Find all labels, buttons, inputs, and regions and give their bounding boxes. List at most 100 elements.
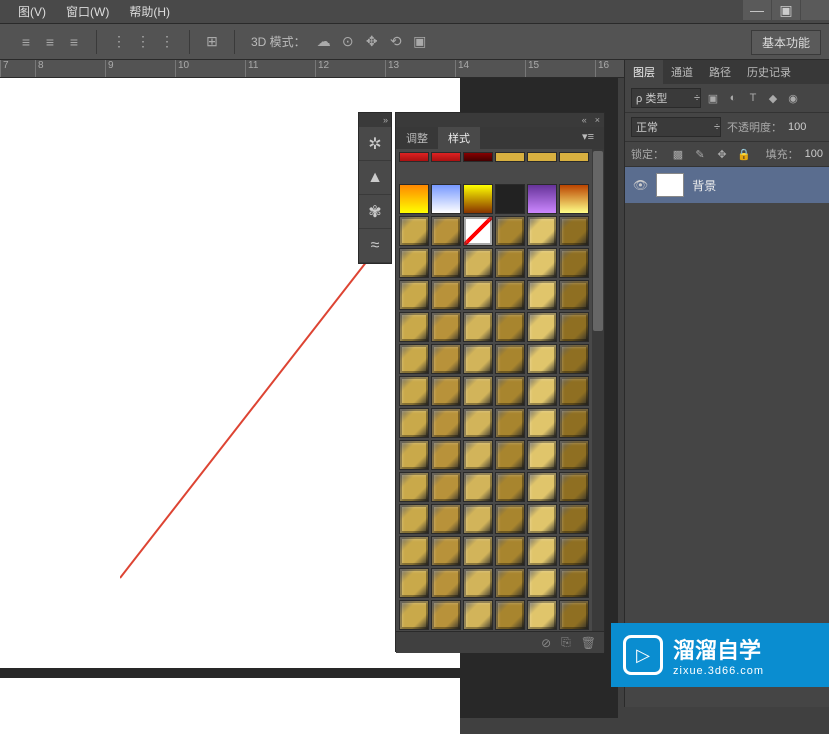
dist-icon-1[interactable]: ⋮ — [109, 32, 129, 52]
style-swatch[interactable] — [559, 280, 589, 310]
style-swatch[interactable] — [527, 248, 557, 278]
histogram-icon[interactable]: ▲ — [359, 161, 391, 195]
no-style-icon[interactable]: ⊘ — [541, 636, 551, 650]
style-swatch[interactable] — [495, 408, 525, 438]
style-swatch[interactable] — [495, 472, 525, 502]
style-swatch[interactable] — [431, 600, 461, 630]
new-style-icon[interactable]: ⎘ — [561, 635, 571, 650]
style-swatch[interactable] — [527, 376, 557, 406]
rotate-icon[interactable]: ⊙ — [338, 32, 358, 52]
style-swatch[interactable] — [399, 440, 429, 470]
opacity-value[interactable]: 100 — [788, 121, 806, 133]
swatches-icon[interactable]: ≈ — [359, 229, 391, 263]
filter-smart-icon[interactable]: ◉ — [785, 90, 801, 106]
style-swatch[interactable] — [527, 408, 557, 438]
strip-collapse-icon[interactable]: » — [359, 113, 391, 127]
scroll-thumb[interactable] — [593, 151, 603, 331]
navigator-icon[interactable]: ✲ — [359, 127, 391, 161]
style-swatch[interactable] — [431, 408, 461, 438]
style-swatch[interactable] — [431, 280, 461, 310]
style-swatch[interactable] — [527, 344, 557, 374]
style-swatch[interactable] — [399, 312, 429, 342]
style-swatch[interactable] — [399, 216, 429, 246]
style-swatch[interactable] — [431, 440, 461, 470]
style-swatch[interactable] — [559, 408, 589, 438]
style-swatch[interactable] — [463, 216, 493, 246]
style-swatch[interactable] — [559, 440, 589, 470]
style-swatch[interactable] — [495, 440, 525, 470]
tab-history[interactable]: 历史记录 — [739, 60, 799, 84]
style-swatch[interactable] — [431, 504, 461, 534]
style-swatch[interactable] — [431, 536, 461, 566]
lock-position-icon[interactable]: ✥ — [714, 146, 730, 162]
style-swatch[interactable] — [495, 248, 525, 278]
style-swatch[interactable] — [527, 184, 557, 214]
style-swatch[interactable] — [495, 184, 525, 214]
style-swatch[interactable] — [559, 184, 589, 214]
style-swatch[interactable] — [399, 280, 429, 310]
style-swatch[interactable] — [463, 504, 493, 534]
style-swatch[interactable] — [399, 536, 429, 566]
panel-collapse-icon[interactable]: « — [582, 115, 587, 125]
style-swatch[interactable] — [399, 376, 429, 406]
style-swatch[interactable] — [431, 568, 461, 598]
style-swatch[interactable] — [559, 504, 589, 534]
fill-value[interactable]: 100 — [805, 148, 823, 160]
workspace-switcher[interactable]: 基本功能 — [751, 30, 821, 55]
style-swatch[interactable] — [495, 312, 525, 342]
menu-view[interactable]: 图(V) — [8, 0, 56, 23]
minimize-button[interactable]: — — [743, 0, 771, 20]
dist-icon-2[interactable]: ⋮ — [133, 32, 153, 52]
layer-name[interactable]: 背景 — [692, 177, 716, 194]
style-swatch[interactable] — [495, 216, 525, 246]
tab-channels[interactable]: 通道 — [663, 60, 701, 84]
style-swatch[interactable] — [399, 248, 429, 278]
pan-icon[interactable]: ✥ — [362, 32, 382, 52]
filter-type-icon[interactable]: T — [745, 90, 761, 106]
style-swatch[interactable] — [527, 216, 557, 246]
lock-pixels-icon[interactable]: ✎ — [692, 146, 708, 162]
layer-row[interactable]: 👁 背景 — [625, 167, 829, 203]
style-swatch[interactable] — [431, 216, 461, 246]
style-swatch[interactable] — [463, 536, 493, 566]
dist-icon-3[interactable]: ⋮ — [157, 32, 177, 52]
delete-style-icon[interactable]: 🗑 — [581, 636, 596, 650]
style-swatch[interactable] — [559, 152, 589, 162]
lock-all-icon[interactable]: 🔒 — [736, 146, 752, 162]
style-swatch[interactable] — [431, 152, 461, 162]
panel-close-icon[interactable]: × — [595, 115, 600, 125]
slide-icon[interactable]: ⟲ — [386, 32, 406, 52]
style-swatch[interactable] — [463, 568, 493, 598]
tab-paths[interactable]: 路径 — [701, 60, 739, 84]
brushes-icon[interactable]: ✾ — [359, 195, 391, 229]
style-swatch[interactable] — [431, 344, 461, 374]
style-swatch[interactable] — [431, 376, 461, 406]
filter-adjust-icon[interactable]: ◐ — [725, 90, 741, 106]
style-swatch[interactable] — [527, 568, 557, 598]
tab-layers[interactable]: 图层 — [625, 60, 663, 84]
style-swatch[interactable] — [559, 568, 589, 598]
style-swatch[interactable] — [495, 600, 525, 630]
filter-kind-select[interactable]: ρ 类型 ÷ — [631, 88, 701, 108]
style-swatch[interactable] — [527, 504, 557, 534]
style-swatch[interactable] — [431, 472, 461, 502]
lock-transparent-icon[interactable]: ▩ — [670, 146, 686, 162]
style-swatch[interactable] — [527, 280, 557, 310]
style-swatch[interactable] — [559, 600, 589, 630]
style-swatch[interactable] — [495, 152, 525, 162]
style-swatch[interactable] — [399, 472, 429, 502]
visibility-icon[interactable]: 👁 — [633, 178, 648, 192]
style-swatch[interactable] — [559, 376, 589, 406]
menu-help[interactable]: 帮助(H) — [119, 0, 180, 23]
style-swatch[interactable] — [527, 536, 557, 566]
panel-menu-icon[interactable]: ▾≡ — [572, 127, 604, 149]
style-swatch[interactable] — [495, 280, 525, 310]
tab-styles[interactable]: 样式 — [438, 127, 480, 149]
style-swatch[interactable] — [527, 600, 557, 630]
style-swatch[interactable] — [431, 184, 461, 214]
style-swatch[interactable] — [559, 344, 589, 374]
style-swatch[interactable] — [527, 152, 557, 162]
style-swatch[interactable] — [431, 248, 461, 278]
style-swatch[interactable] — [463, 312, 493, 342]
style-swatch[interactable] — [399, 344, 429, 374]
